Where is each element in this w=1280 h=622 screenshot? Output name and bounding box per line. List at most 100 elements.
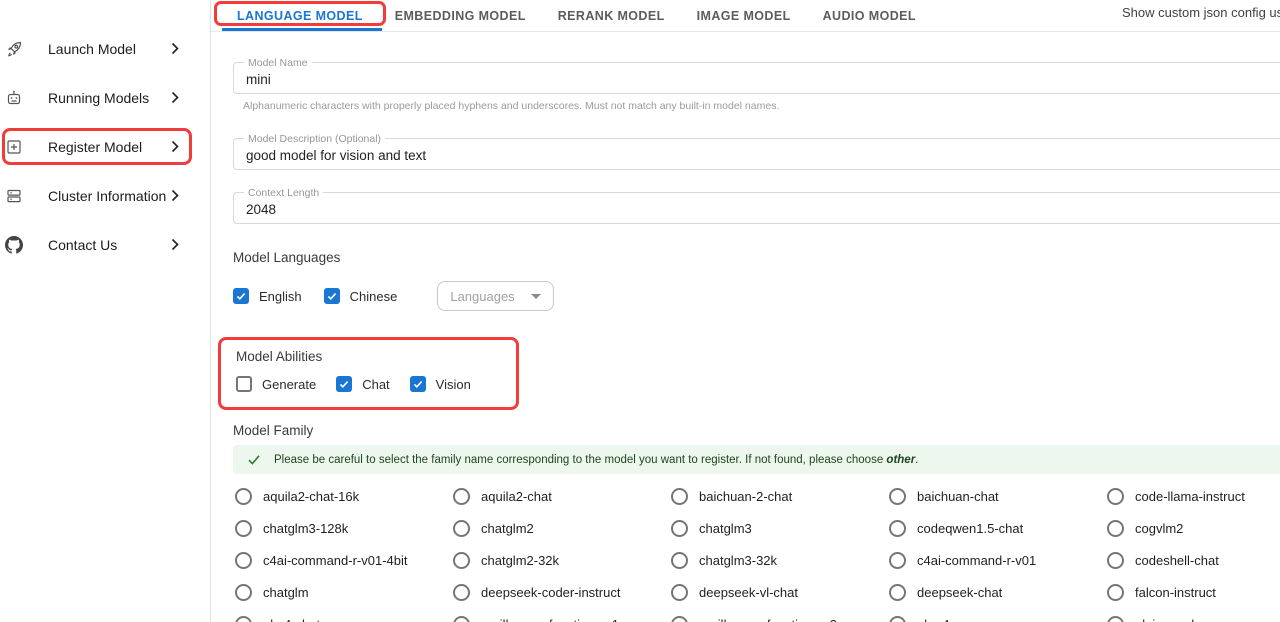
family-option-c4ai-command-r-v01-4bit[interactable]: c4ai-command-r-v01-4bit [235, 544, 453, 576]
language-chinese-option[interactable]: Chinese [324, 288, 398, 304]
context-length-value[interactable]: 2048 [246, 199, 276, 217]
radio-button[interactable] [453, 616, 470, 622]
radio-button[interactable] [889, 520, 906, 537]
model-name-label: Model Name [244, 57, 312, 69]
sidebar-item-cluster-information[interactable]: Cluster Information [0, 171, 210, 220]
family-option-deepseek-chat[interactable]: deepseek-chat [889, 576, 1107, 608]
sidebar-item-running-models[interactable]: Running Models [0, 73, 210, 122]
radio-button[interactable] [235, 488, 252, 505]
family-option-codeqwen1-5-chat[interactable]: codeqwen1.5-chat [889, 512, 1107, 544]
ability-vision-option[interactable]: Vision [410, 376, 471, 392]
family-option-codeshell-chat[interactable]: codeshell-chat [1107, 544, 1280, 576]
radio-button[interactable] [1107, 488, 1124, 505]
ability-chat-option[interactable]: Chat [336, 376, 389, 392]
family-option-chatglm3-32k[interactable]: chatglm3-32k [671, 544, 889, 576]
chevron-right-icon [171, 189, 180, 202]
sidebar-item-label: Running Models [48, 90, 149, 106]
radio-button[interactable] [453, 488, 470, 505]
radio-button[interactable] [889, 488, 906, 505]
radio-button[interactable] [453, 552, 470, 569]
family-option-falcon-instruct[interactable]: falcon-instruct [1107, 576, 1280, 608]
context-length-field[interactable]: Context Length 2048 [233, 192, 1280, 224]
family-option-glm4-chat[interactable]: glm4-chat [235, 608, 453, 622]
radio-label: c4ai-command-r-v01-4bit [263, 553, 408, 568]
show-json-config-link[interactable]: Show custom json config used b [1122, 5, 1280, 20]
family-option-gorilla-openfunctions-v1[interactable]: gorilla-openfunctions-v1 [453, 608, 671, 622]
radio-label: falcon-instruct [1135, 585, 1216, 600]
radio-button[interactable] [235, 520, 252, 537]
radio-label: chatglm3 [699, 521, 752, 536]
family-option-glaive-coder[interactable]: glaive-coder [1107, 608, 1280, 622]
ability-generate-checkbox[interactable] [236, 376, 252, 392]
tab-audio-model[interactable]: AUDIO MODEL [807, 0, 932, 31]
radio-button[interactable] [889, 584, 906, 601]
radio-button[interactable] [1107, 520, 1124, 537]
sidebar-nav: Launch Model Running Models Register Mod… [0, 24, 210, 269]
family-option-c4ai-command-r-v01[interactable]: c4ai-command-r-v01 [889, 544, 1107, 576]
tab-label: EMBEDDING MODEL [395, 9, 526, 23]
ability-chat-checkbox[interactable] [336, 376, 352, 392]
radio-button[interactable] [671, 616, 688, 622]
tab-embedding-model[interactable]: EMBEDDING MODEL [379, 0, 542, 31]
family-option-gorilla-openfunctions-v2[interactable]: gorilla-openfunctions-v2 [671, 608, 889, 622]
radio-button[interactable] [235, 584, 252, 601]
sidebar-item-label: Cluster Information [48, 188, 166, 204]
checkbox-label: Chat [362, 377, 389, 392]
tab-rerank-model[interactable]: RERANK MODEL [542, 0, 681, 31]
radio-button[interactable] [889, 616, 906, 622]
tab-language-model[interactable]: LANGUAGE MODEL [221, 0, 379, 31]
radio-button[interactable] [235, 616, 252, 622]
family-option-chatglm3-128k[interactable]: chatglm3-128k [235, 512, 453, 544]
radio-button[interactable] [1107, 584, 1124, 601]
model-name-field[interactable]: Model Name mini [233, 62, 1280, 94]
language-english-option[interactable]: English [233, 288, 302, 304]
radio-button[interactable] [235, 552, 252, 569]
language-english-checkbox[interactable] [233, 288, 249, 304]
radio-label: chatglm2 [481, 521, 534, 536]
radio-button[interactable] [671, 520, 688, 537]
tab-image-model[interactable]: IMAGE MODEL [681, 0, 807, 31]
language-chinese-checkbox[interactable] [324, 288, 340, 304]
family-option-glm-4v[interactable]: glm-4v [889, 608, 1107, 622]
family-option-cogvlm2[interactable]: cogvlm2 [1107, 512, 1280, 544]
family-option-baichuan-2-chat[interactable]: baichuan-2-chat [671, 480, 889, 512]
radio-button[interactable] [1107, 552, 1124, 569]
radio-button[interactable] [671, 552, 688, 569]
abilities-checkbox-group: Generate Chat Vision [236, 375, 491, 393]
radio-button[interactable] [453, 520, 470, 537]
sidebar-item-register-model[interactable]: Register Model [0, 122, 210, 171]
radio-button[interactable] [671, 488, 688, 505]
sidebar: Launch Model Running Models Register Mod… [0, 0, 211, 622]
family-option-aquila2-chat-16k[interactable]: aquila2-chat-16k [235, 480, 453, 512]
radio-label: codeshell-chat [1135, 553, 1219, 568]
model-abilities-title: Model Abilities [236, 349, 491, 364]
model-description-value[interactable]: good model for vision and text [246, 145, 426, 163]
radio-button[interactable] [671, 584, 688, 601]
languages-dropdown[interactable]: Languages [437, 281, 553, 311]
family-option-deepseek-coder-instruct[interactable]: deepseek-coder-instruct [453, 576, 671, 608]
radio-button[interactable] [889, 552, 906, 569]
ability-vision-checkbox[interactable] [410, 376, 426, 392]
family-option-chatglm2-32k[interactable]: chatglm2-32k [453, 544, 671, 576]
radio-button[interactable] [453, 584, 470, 601]
model-type-tabbar: LANGUAGE MODEL EMBEDDING MODEL RERANK MODE… [211, 0, 1280, 32]
radio-button[interactable] [1107, 616, 1124, 622]
family-option-deepseek-vl-chat[interactable]: deepseek-vl-chat [671, 576, 889, 608]
model-description-field[interactable]: Model Description (Optional) good model … [233, 138, 1280, 170]
radio-label: deepseek-coder-instruct [481, 585, 620, 600]
family-option-chatglm3[interactable]: chatglm3 [671, 512, 889, 544]
radio-label: glm-4v [917, 617, 956, 622]
family-option-code-llama-instruct[interactable]: code-llama-instruct [1107, 480, 1280, 512]
family-option-aquila2-chat[interactable]: aquila2-chat [453, 480, 671, 512]
github-icon [5, 236, 23, 254]
family-option-chatglm2[interactable]: chatglm2 [453, 512, 671, 544]
sidebar-item-contact-us[interactable]: Contact Us [0, 220, 210, 269]
ability-generate-option[interactable]: Generate [236, 376, 316, 392]
sidebar-item-label: Contact Us [48, 237, 117, 253]
main-panel: LANGUAGE MODEL EMBEDDING MODEL RERANK MODE… [211, 0, 1280, 622]
sidebar-item-launch-model[interactable]: Launch Model [0, 24, 210, 73]
family-option-chatglm[interactable]: chatglm [235, 576, 453, 608]
radio-label: deepseek-vl-chat [699, 585, 798, 600]
model-name-value[interactable]: mini [246, 69, 271, 87]
family-option-baichuan-chat[interactable]: baichuan-chat [889, 480, 1107, 512]
